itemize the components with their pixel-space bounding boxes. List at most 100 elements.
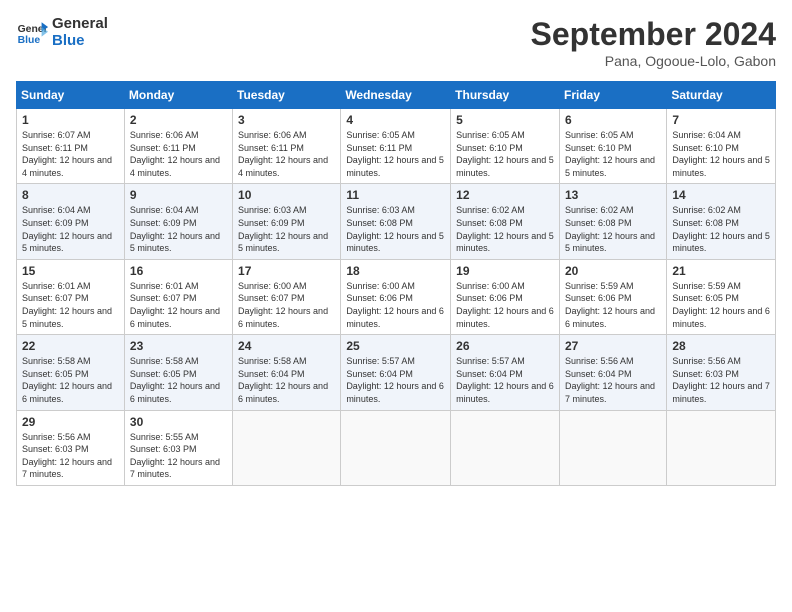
calendar-cell: 28 Sunrise: 5:56 AMSunset: 6:03 PMDayligh… xyxy=(667,335,776,410)
calendar-cell: 19 Sunrise: 6:00 AMSunset: 6:06 PMDayligh… xyxy=(451,259,560,334)
cell-info: Sunrise: 5:57 AMSunset: 6:04 PMDaylight:… xyxy=(456,356,554,404)
day-number: 16 xyxy=(130,264,227,278)
day-number: 10 xyxy=(238,188,335,202)
cell-info: Sunrise: 6:03 AMSunset: 6:08 PMDaylight:… xyxy=(346,205,444,253)
calendar-cell: 11 Sunrise: 6:03 AMSunset: 6:08 PMDayligh… xyxy=(341,184,451,259)
cell-info: Sunrise: 5:58 AMSunset: 6:04 PMDaylight:… xyxy=(238,356,328,404)
cell-info: Sunrise: 5:58 AMSunset: 6:05 PMDaylight:… xyxy=(130,356,220,404)
location: Pana, Ogooue-Lolo, Gabon xyxy=(531,53,776,69)
calendar-cell: 29Sunrise: 5:56 AMSunset: 6:03 PMDayligh… xyxy=(17,410,125,485)
cell-info: Sunrise: 5:59 AMSunset: 6:05 PMDaylight:… xyxy=(672,281,770,329)
cell-info: Sunrise: 6:05 AMSunset: 6:10 PMDaylight:… xyxy=(456,130,554,178)
calendar-cell: 14 Sunrise: 6:02 AMSunset: 6:08 PMDayligh… xyxy=(667,184,776,259)
calendar-cell: 25Sunrise: 5:57 AMSunset: 6:04 PMDayligh… xyxy=(341,335,451,410)
cell-info: Sunrise: 6:07 AMSunset: 6:11 PMDaylight:… xyxy=(22,130,112,178)
day-number: 11 xyxy=(346,188,445,202)
calendar-cell: 9 Sunrise: 6:04 AMSunset: 6:09 PMDaylight… xyxy=(124,184,232,259)
calendar-cell: 4Sunrise: 6:05 AMSunset: 6:11 PMDaylight… xyxy=(341,109,451,184)
day-number: 14 xyxy=(672,188,770,202)
cell-info: Sunrise: 6:06 AMSunset: 6:11 PMDaylight:… xyxy=(130,130,220,178)
cell-info: Sunrise: 5:56 AMSunset: 6:03 PMDaylight:… xyxy=(672,356,770,404)
cell-info: Sunrise: 6:05 AMSunset: 6:10 PMDaylight:… xyxy=(565,130,655,178)
cell-info: Sunrise: 6:01 AMSunset: 6:07 PMDaylight:… xyxy=(130,281,220,329)
cell-info: Sunrise: 6:01 AMSunset: 6:07 PMDaylight:… xyxy=(22,281,112,329)
calendar-cell xyxy=(451,410,560,485)
month-title: September 2024 xyxy=(531,16,776,53)
weekday-header: Friday xyxy=(559,82,666,109)
cell-info: Sunrise: 5:55 AMSunset: 6:03 PMDaylight:… xyxy=(130,432,220,480)
calendar-cell: 23 Sunrise: 5:58 AMSunset: 6:05 PMDayligh… xyxy=(124,335,232,410)
calendar-cell xyxy=(341,410,451,485)
cell-info: Sunrise: 6:04 AMSunset: 6:09 PMDaylight:… xyxy=(130,205,220,253)
logo-text-blue: Blue xyxy=(52,33,108,50)
day-number: 29 xyxy=(22,415,119,429)
calendar-cell: 30 Sunrise: 5:55 AMSunset: 6:03 PMDayligh… xyxy=(124,410,232,485)
day-number: 19 xyxy=(456,264,554,278)
cell-info: Sunrise: 5:56 AMSunset: 6:04 PMDaylight:… xyxy=(565,356,655,404)
cell-info: Sunrise: 5:59 AMSunset: 6:06 PMDaylight:… xyxy=(565,281,655,329)
calendar-cell: 15 Sunrise: 6:01 AMSunset: 6:07 PMDayligh… xyxy=(17,259,125,334)
cell-info: Sunrise: 5:57 AMSunset: 6:04 PMDaylight:… xyxy=(346,356,444,404)
calendar-cell xyxy=(667,410,776,485)
calendar-cell: 22Sunrise: 5:58 AMSunset: 6:05 PMDayligh… xyxy=(17,335,125,410)
weekday-header: Wednesday xyxy=(341,82,451,109)
cell-info: Sunrise: 6:06 AMSunset: 6:11 PMDaylight:… xyxy=(238,130,328,178)
calendar-cell: 17Sunrise: 6:00 AMSunset: 6:07 PMDayligh… xyxy=(233,259,341,334)
day-number: 17 xyxy=(238,264,335,278)
day-number: 9 xyxy=(130,188,227,202)
cell-info: Sunrise: 6:02 AMSunset: 6:08 PMDaylight:… xyxy=(456,205,554,253)
calendar-week-row: 15 Sunrise: 6:01 AMSunset: 6:07 PMDayligh… xyxy=(17,259,776,334)
calendar-cell: 2Sunrise: 6:06 AMSunset: 6:11 PMDaylight… xyxy=(124,109,232,184)
calendar-cell: 12 Sunrise: 6:02 AMSunset: 6:08 PMDayligh… xyxy=(451,184,560,259)
day-number: 21 xyxy=(672,264,770,278)
day-number: 6 xyxy=(565,113,661,127)
calendar-cell: 24Sunrise: 5:58 AMSunset: 6:04 PMDayligh… xyxy=(233,335,341,410)
cell-info: Sunrise: 6:04 AMSunset: 6:09 PMDaylight:… xyxy=(22,205,112,253)
calendar-week-row: 22 Sunrise: 5:58 AMSunset: 6:05 PMDayligh… xyxy=(17,335,776,410)
day-number: 1 xyxy=(22,113,119,127)
calendar-cell: 13 Sunrise: 6:02 AMSunset: 6:08 PMDayligh… xyxy=(559,184,666,259)
day-number: 23 xyxy=(130,339,227,353)
day-number: 13 xyxy=(565,188,661,202)
logo: General Blue General Blue xyxy=(16,16,108,49)
calendar-cell: 5 Sunrise: 6:05 AMSunset: 6:10 PMDaylight… xyxy=(451,109,560,184)
day-number: 22 xyxy=(22,339,119,353)
cell-info: Sunrise: 6:02 AMSunset: 6:08 PMDaylight:… xyxy=(672,205,770,253)
day-number: 12 xyxy=(456,188,554,202)
cell-info: Sunrise: 6:03 AMSunset: 6:09 PMDaylight:… xyxy=(238,205,328,253)
calendar-cell: 3 Sunrise: 6:06 AMSunset: 6:11 PMDaylight… xyxy=(233,109,341,184)
day-number: 27 xyxy=(565,339,661,353)
calendar-week-row: 8 Sunrise: 6:04 AMSunset: 6:09 PMDaylight… xyxy=(17,184,776,259)
logo-icon: General Blue xyxy=(16,19,48,47)
calendar-cell xyxy=(233,410,341,485)
day-number: 4 xyxy=(346,113,445,127)
cell-info: Sunrise: 6:00 AMSunset: 6:06 PMDaylight:… xyxy=(456,281,554,329)
svg-text:Blue: Blue xyxy=(18,35,41,46)
day-number: 3 xyxy=(238,113,335,127)
cell-info: Sunrise: 6:00 AMSunset: 6:06 PMDaylight:… xyxy=(346,281,444,329)
weekday-header: Monday xyxy=(124,82,232,109)
cell-info: Sunrise: 6:02 AMSunset: 6:08 PMDaylight:… xyxy=(565,205,655,253)
day-number: 28 xyxy=(672,339,770,353)
cell-info: Sunrise: 6:04 AMSunset: 6:10 PMDaylight:… xyxy=(672,130,770,178)
calendar-cell: 21 Sunrise: 5:59 AMSunset: 6:05 PMDayligh… xyxy=(667,259,776,334)
calendar-cell: 7 Sunrise: 6:04 AMSunset: 6:10 PMDaylight… xyxy=(667,109,776,184)
day-number: 18 xyxy=(346,264,445,278)
day-number: 20 xyxy=(565,264,661,278)
weekday-header: Saturday xyxy=(667,82,776,109)
calendar-cell: 6 Sunrise: 6:05 AMSunset: 6:10 PMDaylight… xyxy=(559,109,666,184)
day-number: 7 xyxy=(672,113,770,127)
day-number: 8 xyxy=(22,188,119,202)
weekday-header: Sunday xyxy=(17,82,125,109)
day-number: 5 xyxy=(456,113,554,127)
calendar-cell: 18 Sunrise: 6:00 AMSunset: 6:06 PMDayligh… xyxy=(341,259,451,334)
day-number: 30 xyxy=(130,415,227,429)
day-number: 15 xyxy=(22,264,119,278)
calendar-cell: 8 Sunrise: 6:04 AMSunset: 6:09 PMDaylight… xyxy=(17,184,125,259)
calendar-week-row: 1 Sunrise: 6:07 AMSunset: 6:11 PMDaylight… xyxy=(17,109,776,184)
calendar-cell: 27 Sunrise: 5:56 AMSunset: 6:04 PMDayligh… xyxy=(559,335,666,410)
calendar-cell xyxy=(559,410,666,485)
calendar-cell: 20 Sunrise: 5:59 AMSunset: 6:06 PMDayligh… xyxy=(559,259,666,334)
title-block: September 2024 Pana, Ogooue-Lolo, Gabon xyxy=(531,16,776,69)
calendar-cell: 26Sunrise: 5:57 AMSunset: 6:04 PMDayligh… xyxy=(451,335,560,410)
